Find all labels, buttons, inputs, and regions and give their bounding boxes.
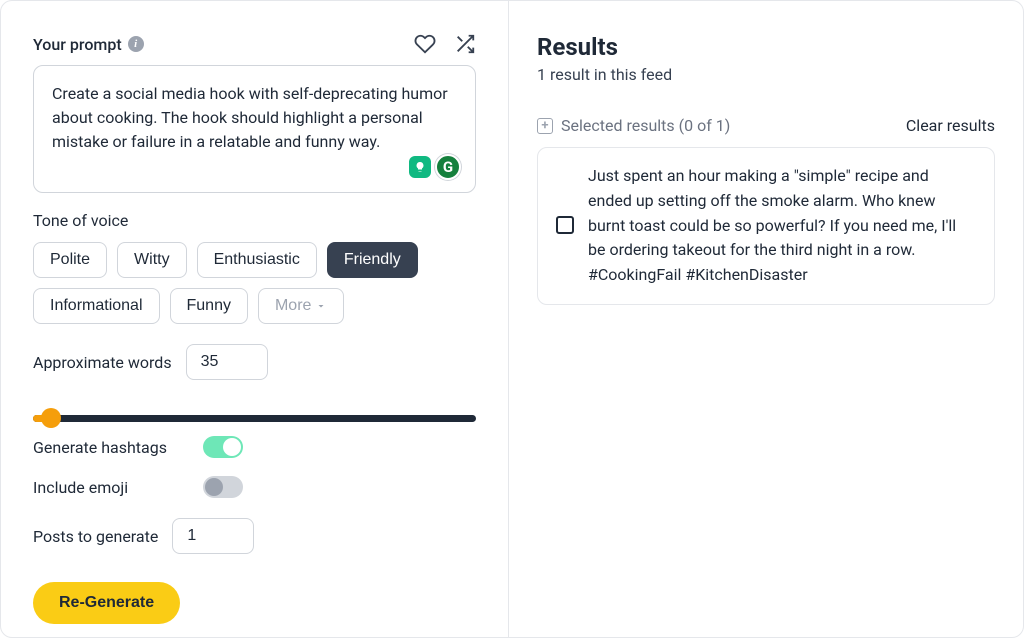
- selected-label: Selected results (0 of 1): [561, 116, 730, 135]
- prompt-label: Your prompt: [33, 35, 122, 54]
- chevron-down-icon: [315, 300, 327, 312]
- tone-chip-enthusiastic[interactable]: Enthusiastic: [197, 242, 317, 278]
- words-input[interactable]: [186, 344, 268, 380]
- posts-row: Posts to generate: [33, 518, 476, 554]
- heart-icon[interactable]: [414, 33, 436, 55]
- shuffle-icon[interactable]: [454, 33, 476, 55]
- results-subtitle: 1 result in this feed: [537, 65, 995, 84]
- prompt-actions: [414, 33, 476, 55]
- toggle-knob: [223, 438, 241, 456]
- slider-track: [33, 415, 476, 422]
- results-title: Results: [537, 33, 995, 61]
- results-toolbar: + Selected results (0 of 1) Clear result…: [537, 116, 995, 135]
- prompt-header: Your prompt i: [33, 33, 476, 55]
- prompt-text: Create a social media hook with self-dep…: [52, 84, 448, 151]
- emoji-toggle[interactable]: [203, 476, 243, 498]
- hashtags-toggle[interactable]: [203, 436, 243, 458]
- app-shell: Your prompt i Create a social media hook…: [0, 0, 1024, 638]
- hashtags-row: Generate hashtags: [33, 436, 476, 458]
- prompt-badges: G: [409, 154, 461, 180]
- info-icon[interactable]: i: [128, 36, 144, 52]
- tone-chip-more[interactable]: More: [258, 288, 344, 324]
- tone-chips: Polite Witty Enthusiastic Friendly Infor…: [33, 242, 476, 324]
- settings-panel: Your prompt i Create a social media hook…: [1, 1, 509, 637]
- tone-label: Tone of voice: [33, 211, 476, 230]
- results-panel: Results 1 result in this feed + Selected…: [509, 1, 1023, 637]
- expand-icon[interactable]: +: [537, 118, 553, 134]
- words-row: Approximate words: [33, 344, 476, 380]
- clear-results-link[interactable]: Clear results: [906, 116, 995, 135]
- emoji-label: Include emoji: [33, 478, 183, 497]
- regenerate-button[interactable]: Re-Generate: [33, 582, 180, 624]
- prompt-textarea[interactable]: Create a social media hook with self-dep…: [33, 65, 476, 193]
- posts-label: Posts to generate: [33, 527, 158, 546]
- posts-input[interactable]: [172, 518, 254, 554]
- hashtags-label: Generate hashtags: [33, 438, 183, 457]
- result-checkbox[interactable]: [556, 216, 574, 234]
- result-card: Just spent an hour making a "simple" rec…: [537, 147, 995, 305]
- selected-results[interactable]: + Selected results (0 of 1): [537, 116, 730, 135]
- words-label: Approximate words: [33, 353, 172, 372]
- grammarly-icon[interactable]: G: [435, 154, 461, 180]
- tone-chip-polite[interactable]: Polite: [33, 242, 107, 278]
- more-label: More: [275, 297, 311, 315]
- toggle-knob: [205, 478, 223, 496]
- prompt-title: Your prompt i: [33, 35, 144, 54]
- tone-chip-witty[interactable]: Witty: [117, 242, 187, 278]
- tone-chip-friendly[interactable]: Friendly: [327, 242, 418, 278]
- tone-chip-funny[interactable]: Funny: [170, 288, 248, 324]
- result-text: Just spent an hour making a "simple" rec…: [588, 164, 976, 288]
- tone-chip-informational[interactable]: Informational: [33, 288, 160, 324]
- suggestion-icon[interactable]: [409, 156, 431, 178]
- slider-thumb[interactable]: [41, 408, 61, 428]
- emoji-row: Include emoji: [33, 476, 476, 498]
